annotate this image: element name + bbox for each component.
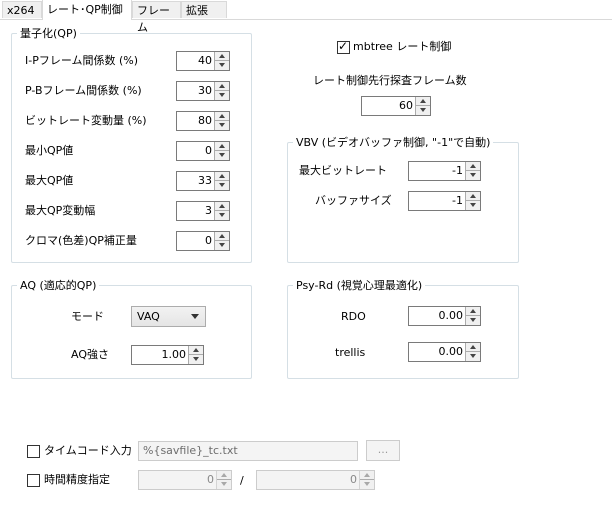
timecode-path-input[interactable]: %{savfile}_tc.txt xyxy=(138,441,358,461)
spin-up-icon[interactable] xyxy=(466,162,480,171)
chroma-qp-offset-label: クロマ(色差)QP補正量 xyxy=(25,234,137,247)
spin-up-icon[interactable] xyxy=(215,82,229,91)
ip-ratio-value: 40 xyxy=(198,54,212,67)
pb-ratio-stepper[interactable]: 30 xyxy=(176,81,230,101)
psy-rd-group xyxy=(287,285,519,379)
qpstep-value: 3 xyxy=(205,204,212,217)
spin-down-icon[interactable] xyxy=(215,151,229,160)
psy-rdo-label: RDO xyxy=(341,310,366,323)
tab-extension[interactable]: 拡張 xyxy=(181,1,227,18)
timecode-browse-button[interactable]: ... xyxy=(366,440,400,461)
tab-rate-qp-control[interactable]: レート･QP制御 xyxy=(42,0,132,20)
aq-strength-label: AQ強さ xyxy=(71,348,109,361)
spin-down-icon[interactable] xyxy=(466,352,480,361)
psy-trellis-value: 0.00 xyxy=(438,345,464,358)
pb-ratio-value: 30 xyxy=(198,84,212,97)
chevron-down-icon xyxy=(191,314,199,319)
lookahead-label: レート制御先行探査フレーム数 xyxy=(313,74,467,87)
qpmax-value: 33 xyxy=(198,174,212,187)
vbv-max-bitrate-stepper[interactable]: -1 xyxy=(408,161,481,181)
spin-up-icon[interactable] xyxy=(217,471,231,480)
timecode-label: タイムコード入力 xyxy=(44,444,132,457)
time-precision-numerator-stepper[interactable]: 0 xyxy=(138,470,232,490)
spin-down-icon[interactable] xyxy=(466,316,480,325)
spin-up-icon[interactable] xyxy=(215,202,229,211)
vbv-max-bitrate-value: -1 xyxy=(452,164,463,177)
psy-rdo-value: 0.00 xyxy=(438,309,464,322)
tab-frame[interactable]: フレーム xyxy=(132,1,181,34)
qpmax-stepper[interactable]: 33 xyxy=(176,171,230,191)
timecode-checkbox[interactable] xyxy=(27,445,40,458)
spin-down-icon[interactable] xyxy=(217,480,231,489)
qpmin-value: 0 xyxy=(205,144,212,157)
spin-up-icon[interactable] xyxy=(466,307,480,316)
spin-up-icon[interactable] xyxy=(466,343,480,352)
tab-strip: x264 レート･QP制御 フレーム 拡張 xyxy=(0,0,612,34)
aq-strength-stepper[interactable]: 1.00 xyxy=(131,345,204,365)
vbv-buffer-size-label: バッファサイズ xyxy=(315,194,392,207)
spin-up-icon[interactable] xyxy=(215,142,229,151)
spin-up-icon[interactable] xyxy=(466,192,480,201)
qcomp-stepper[interactable]: 80 xyxy=(176,111,230,131)
ip-ratio-label: I-Pフレーム間係数 (%) xyxy=(25,54,139,67)
spin-down-icon[interactable] xyxy=(215,181,229,190)
chroma-qp-offset-value: 0 xyxy=(205,234,212,247)
psy-rdo-stepper[interactable]: 0.00 xyxy=(408,306,481,326)
spin-up-icon[interactable] xyxy=(215,232,229,241)
time-precision-denominator-value: 0 xyxy=(350,473,357,486)
vbv-group-title: VBV (ビデオバッファ制御, "-1"で自動) xyxy=(293,136,494,149)
spin-up-icon[interactable] xyxy=(215,112,229,121)
spin-down-icon[interactable] xyxy=(466,201,480,210)
lookahead-value: 60 xyxy=(399,99,413,112)
aq-mode-select[interactable]: VAQ xyxy=(131,306,206,327)
spin-down-icon[interactable] xyxy=(215,211,229,220)
ip-ratio-stepper[interactable]: 40 xyxy=(176,51,230,71)
time-precision-checkbox[interactable] xyxy=(27,474,40,487)
aq-strength-value: 1.00 xyxy=(161,348,187,361)
qcomp-label: ビットレート変動量 (%) xyxy=(25,114,147,127)
spin-down-icon[interactable] xyxy=(215,241,229,250)
time-precision-label: 時間精度指定 xyxy=(44,473,110,486)
spin-up-icon[interactable] xyxy=(360,471,374,480)
aq-mode-value: VAQ xyxy=(137,310,160,323)
spin-down-icon[interactable] xyxy=(189,355,203,364)
spin-down-icon[interactable] xyxy=(416,106,430,115)
spin-up-icon[interactable] xyxy=(189,346,203,355)
qp-group-title: 量子化(QP) xyxy=(17,27,80,40)
time-precision-separator: / xyxy=(240,474,244,487)
psy-trellis-stepper[interactable]: 0.00 xyxy=(408,342,481,362)
spin-up-icon[interactable] xyxy=(215,52,229,61)
qpstep-label: 最大QP変動幅 xyxy=(25,204,96,217)
time-precision-numerator-value: 0 xyxy=(207,473,214,486)
spin-down-icon[interactable] xyxy=(215,91,229,100)
spin-down-icon[interactable] xyxy=(215,121,229,130)
aq-mode-label: モード xyxy=(71,310,104,323)
psy-rd-group-title: Psy-Rd (視覚心理最適化) xyxy=(293,279,426,292)
spin-up-icon[interactable] xyxy=(416,97,430,106)
qcomp-value: 80 xyxy=(198,114,212,127)
vbv-max-bitrate-label: 最大ビットレート xyxy=(299,164,387,177)
vbv-buffer-size-value: -1 xyxy=(452,194,463,207)
lookahead-stepper[interactable]: 60 xyxy=(361,96,431,116)
mbtree-label: mbtree レート制御 xyxy=(353,40,452,53)
chroma-qp-offset-stepper[interactable]: 0 xyxy=(176,231,230,251)
mbtree-checkbox[interactable] xyxy=(337,39,350,54)
psy-trellis-label: trellis xyxy=(335,346,366,359)
vbv-buffer-size-stepper[interactable]: -1 xyxy=(408,191,481,211)
tab-x264[interactable]: x264 xyxy=(2,1,42,18)
qpstep-stepper[interactable]: 3 xyxy=(176,201,230,221)
spin-down-icon[interactable] xyxy=(215,61,229,70)
time-precision-denominator-stepper[interactable]: 0 xyxy=(256,470,375,490)
qpmin-stepper[interactable]: 0 xyxy=(176,141,230,161)
qpmax-label: 最大QP値 xyxy=(25,174,74,187)
spin-down-icon[interactable] xyxy=(360,480,374,489)
spin-down-icon[interactable] xyxy=(466,171,480,180)
pb-ratio-label: P-Bフレーム間係数 (%) xyxy=(25,84,142,97)
aq-group-title: AQ (適応的QP) xyxy=(17,279,100,292)
spin-up-icon[interactable] xyxy=(215,172,229,181)
qpmin-label: 最小QP値 xyxy=(25,144,74,157)
